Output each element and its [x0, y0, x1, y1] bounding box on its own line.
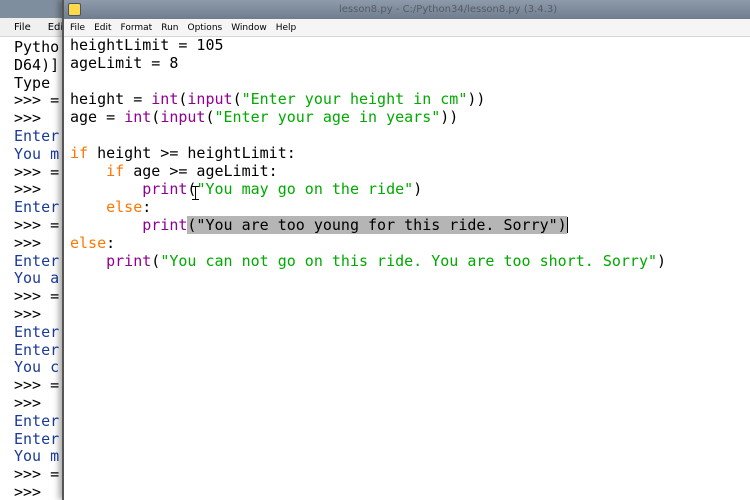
code-line[interactable]: print("You are too young for this ride. … [70, 216, 666, 234]
code-token: : [106, 234, 116, 252]
code-line[interactable]: height = int(input("Enter your height in… [70, 90, 666, 108]
code-token: print [106, 252, 152, 270]
code-token: age >= ageLimit: [124, 162, 278, 180]
code-line[interactable]: if age >= ageLimit: [70, 162, 666, 180]
window-title: lesson8.py - C:/Python34/lesson8.py (3.4… [339, 4, 558, 15]
shell-line: D64)] [14, 56, 60, 74]
shell-line: Enter [14, 323, 60, 341]
code-line[interactable] [70, 126, 666, 144]
shell-line: >>> = [14, 216, 60, 234]
menu-window[interactable]: Window [231, 23, 267, 33]
code-token: ) [657, 252, 667, 270]
shell-line: Enter [14, 412, 60, 430]
shell-line: Enter [14, 199, 60, 217]
code-token: ageLimit = 8 [70, 54, 179, 72]
shell-line: >>> [14, 483, 42, 500]
shell-line: Enter [14, 252, 60, 270]
code-token: input [187, 90, 233, 108]
code-token: ) [413, 180, 423, 198]
shell-line: >>> = [14, 92, 60, 110]
shell-line: >>> [14, 181, 42, 199]
code-line[interactable]: print("You can not go on this ride. You … [70, 252, 666, 270]
code-token: heightLimit = 105 [70, 36, 224, 54]
menu-run[interactable]: Run [161, 23, 178, 33]
shell-line: You a [14, 270, 60, 288]
code-token: else [70, 234, 107, 252]
code-token: "Enter your height in cm" [241, 90, 468, 108]
code-token: height = [70, 90, 152, 108]
shell-line: >>> [14, 394, 42, 412]
shell-line: Type [14, 74, 51, 92]
shell-menubar: File Edit [0, 18, 66, 37]
idle-shell-window[interactable]: File Edit Pytho D64)] Type >>> = >>> Enter You… [0, 0, 67, 500]
code-token: "Enter your age in years" [214, 108, 441, 126]
code-line[interactable]: age = int(input("Enter your age in years… [70, 108, 666, 126]
code-token: height >= heightLimit: [88, 144, 296, 162]
shell-line: >>> = [14, 163, 60, 181]
shell-line: Enter [14, 430, 60, 448]
shell-line: >>> [14, 305, 42, 323]
shell-line: You m [14, 448, 60, 466]
code-token: ( [232, 90, 242, 108]
code-token: "You may go on the ride" [196, 180, 414, 198]
code-token: ( [151, 252, 161, 270]
shell-line: Pytho [14, 39, 60, 56]
python-file-icon [68, 3, 81, 16]
insertion-caret [566, 217, 568, 233]
code-token: int [124, 108, 152, 126]
shell-line: >>> [14, 110, 42, 128]
shell-line: You c [14, 359, 60, 377]
code-token: if [106, 162, 125, 180]
code-line[interactable]: heightLimit = 105 [70, 36, 666, 54]
shell-line: >>> = [14, 288, 60, 306]
selected-text: ("You are too young for this ride. Sorry… [187, 216, 567, 234]
code-token: else [106, 198, 143, 216]
shell-line: >>> = [14, 377, 60, 395]
code-token: if [70, 144, 89, 162]
shell-menu-file[interactable]: File [0, 22, 34, 33]
editor-titlebar[interactable]: lesson8.py - C:/Python34/lesson8.py (3.4… [64, 0, 750, 19]
menu-file[interactable]: File [70, 23, 85, 33]
code-token: ( [151, 108, 161, 126]
code-token: input [160, 108, 206, 126]
code-token: )) [467, 90, 486, 108]
editor-window[interactable]: lesson8.py - C:/Python34/lesson8.py (3.4… [62, 0, 750, 500]
code-line[interactable]: else: [70, 234, 666, 252]
code-line[interactable]: ageLimit = 8 [70, 54, 666, 72]
code-token: : [142, 198, 152, 216]
menu-edit[interactable]: Edit [94, 23, 111, 33]
code-token: )) [440, 108, 459, 126]
editor-menubar: File Edit Format Run Options Window Help [64, 19, 750, 37]
shell-line: >>> [14, 234, 42, 252]
code-line[interactable]: print("You may go on the ride") [70, 180, 666, 198]
code-line[interactable]: if height >= heightLimit: [70, 144, 666, 162]
code-token: print [142, 180, 188, 198]
shell-output[interactable]: Pytho D64)] Type >>> = >>> Enter You m >>> = >>>… [0, 37, 66, 500]
code-line[interactable] [70, 72, 666, 90]
code-token: ( [205, 108, 215, 126]
shell-line: Enter [14, 341, 60, 359]
shell-line: You m [14, 145, 60, 163]
menu-format[interactable]: Format [121, 23, 153, 33]
code-token: print [142, 216, 188, 234]
code-token: int [151, 90, 179, 108]
code-token: age = [70, 108, 125, 126]
menu-help[interactable]: Help [276, 23, 297, 33]
shell-line: >>> = [14, 466, 60, 484]
code-editor[interactable]: heightLimit = 105 ageLimit = 8 height = i… [70, 36, 666, 270]
text-cursor-ibeam-icon [192, 186, 199, 200]
code-line[interactable]: else: [70, 198, 666, 216]
code-token: "You can not go on this ride. You are to… [160, 252, 658, 270]
shell-titlebar[interactable] [0, 0, 66, 18]
shell-line: Enter [14, 127, 60, 145]
menu-options[interactable]: Options [187, 23, 222, 33]
